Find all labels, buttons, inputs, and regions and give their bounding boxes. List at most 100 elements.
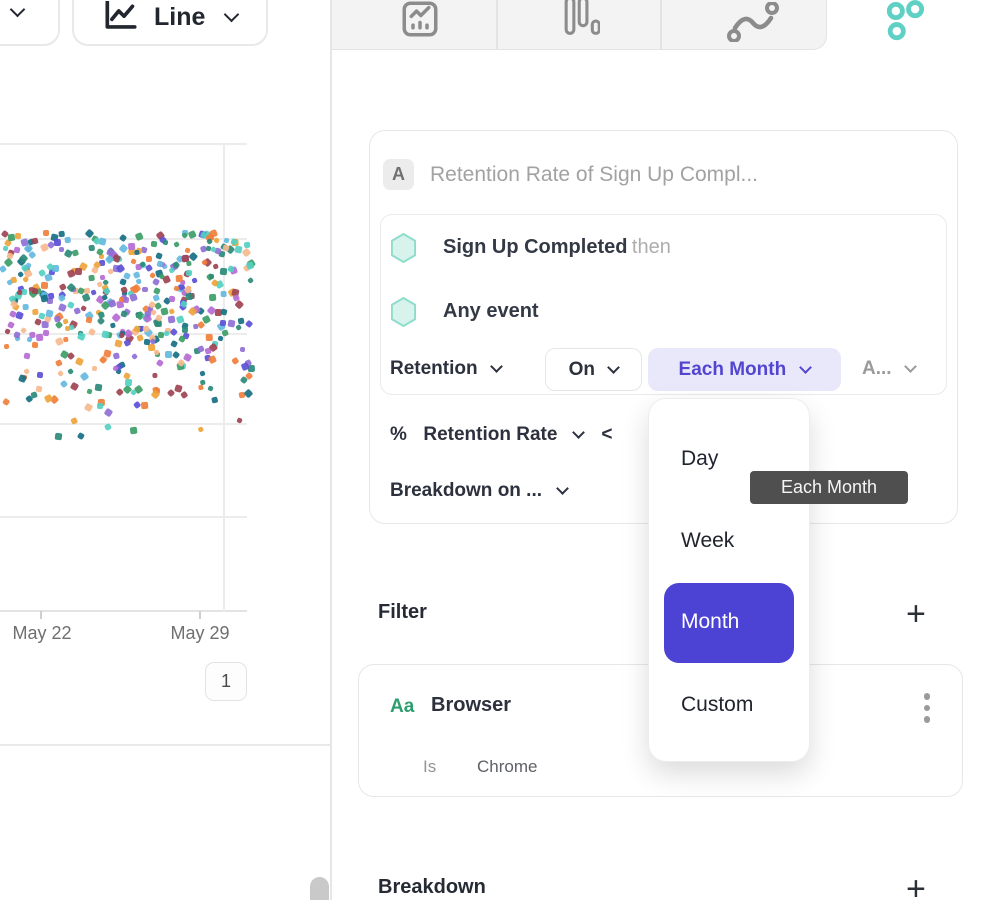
interval-label: Each Month xyxy=(679,359,787,380)
scatter-point xyxy=(140,402,148,410)
interval-menu: Day Week Month Custom xyxy=(648,398,810,762)
breakdown-on-dropdown[interactable]: Breakdown on ... xyxy=(390,480,567,502)
measure-dropdown[interactable]: Retention xyxy=(390,358,501,380)
scatter-point xyxy=(221,291,227,297)
add-breakdown-button[interactable]: + xyxy=(906,874,926,900)
scatter-point xyxy=(231,357,240,366)
scatter-point xyxy=(85,317,93,325)
tab-line-chart[interactable] xyxy=(380,0,460,46)
scatter-point xyxy=(59,231,65,237)
scatter-point xyxy=(111,313,120,322)
scatter-point xyxy=(63,337,69,343)
scatter-dots-icon xyxy=(883,0,927,46)
scatter-point xyxy=(146,256,152,262)
scatter-point xyxy=(14,247,21,254)
measure-label: Retention xyxy=(390,358,478,379)
scatter-point xyxy=(153,287,161,295)
scatter-point xyxy=(181,232,189,240)
scatter-point xyxy=(2,398,11,407)
filter-operator[interactable]: Is xyxy=(423,757,436,777)
tab-flow-chart[interactable] xyxy=(715,0,790,46)
scrollbar-thumb[interactable] xyxy=(310,877,329,900)
scatter-point xyxy=(68,301,75,308)
scatter-point xyxy=(133,271,140,278)
scatter-point xyxy=(163,239,169,245)
filter-value[interactable]: Chrome xyxy=(477,757,537,777)
event-row[interactable]: Sign Up Completed then xyxy=(443,236,671,259)
scatter-point xyxy=(182,326,189,333)
scatter-point xyxy=(84,403,94,413)
divider xyxy=(0,744,331,746)
scatter-point xyxy=(192,323,198,329)
scatter-point xyxy=(119,244,129,254)
event-name: Any event xyxy=(443,300,539,322)
breakdown-section-title: Breakdown xyxy=(378,876,486,899)
scatter-point xyxy=(234,245,242,253)
chevron-down-icon xyxy=(572,426,585,439)
tab-scatter-active[interactable] xyxy=(875,0,935,48)
scatter-point xyxy=(236,418,243,425)
extra-dropdown[interactable]: A... xyxy=(862,358,915,380)
scatter-point xyxy=(136,335,144,343)
scatter-point xyxy=(77,332,86,341)
scatter-point xyxy=(165,351,172,358)
scatter-point xyxy=(130,389,137,396)
scatter-point xyxy=(222,244,229,251)
metric-label: Retention Rate xyxy=(423,424,557,445)
scatter-point xyxy=(62,319,69,326)
metric-dropdown[interactable]: % Retention Rate < xyxy=(390,424,612,446)
analytics-app: Line May 22 May 29 1 xyxy=(0,0,982,900)
filter-section-title: Filter xyxy=(378,601,427,624)
on-dropdown[interactable]: On xyxy=(545,348,642,391)
scatter-point xyxy=(114,339,122,347)
query-title[interactable]: Retention Rate of Sign Up Compl... xyxy=(430,163,930,187)
chevron-down-icon xyxy=(607,361,620,374)
chevron-down-icon xyxy=(557,482,570,495)
x-axis-label: May 29 xyxy=(155,623,245,644)
menu-item-custom[interactable]: Custom xyxy=(681,693,753,717)
scatter-point xyxy=(80,305,87,312)
scatter-point xyxy=(92,366,97,371)
scatter-point xyxy=(131,353,138,360)
scatter-point xyxy=(155,252,163,260)
scatter-point xyxy=(32,309,39,316)
menu-item-week[interactable]: Week xyxy=(681,529,734,553)
scatter-point xyxy=(89,274,95,280)
kebab-menu-icon[interactable] xyxy=(920,688,934,728)
scatter-point xyxy=(36,372,43,379)
filter-property-label[interactable]: Browser xyxy=(431,694,511,717)
menu-item-day[interactable]: Day xyxy=(681,447,718,471)
scatter-point xyxy=(42,230,48,236)
scatter-point xyxy=(6,279,13,286)
scatter-point xyxy=(186,270,193,277)
scatter-point xyxy=(128,242,135,249)
event-row[interactable]: Any event xyxy=(443,300,539,323)
menu-item-month-selected[interactable]: Month xyxy=(664,583,794,663)
pagination-page-button[interactable]: 1 xyxy=(205,662,247,701)
scatter-point xyxy=(129,427,137,435)
scatter-point xyxy=(247,277,254,284)
scatter-point xyxy=(97,403,103,409)
scatter-point xyxy=(211,397,218,404)
scatter-point xyxy=(246,261,254,269)
add-filter-button[interactable]: + xyxy=(906,599,926,629)
scatter-point xyxy=(164,331,169,336)
scatter-point xyxy=(156,359,164,367)
scatter-point xyxy=(79,371,89,381)
scatter-point xyxy=(151,241,158,248)
scatter-point xyxy=(75,357,84,366)
breakdown-on-label: Breakdown on ... xyxy=(390,480,542,501)
scatter-point xyxy=(206,334,213,341)
interval-dropdown[interactable]: Each Month xyxy=(648,348,841,391)
event-name: Sign Up Completed xyxy=(443,236,627,258)
scatter-point xyxy=(142,287,148,293)
tab-bar-chart[interactable] xyxy=(545,0,615,46)
scatter-point xyxy=(90,289,97,296)
scatter-point xyxy=(197,345,205,353)
scatter-point xyxy=(108,299,116,307)
scatter-point xyxy=(197,426,204,433)
scatter-point xyxy=(202,315,211,324)
hexagon-event-icon xyxy=(390,232,417,264)
scatter-plot xyxy=(0,0,250,612)
scatter-point xyxy=(239,347,245,353)
